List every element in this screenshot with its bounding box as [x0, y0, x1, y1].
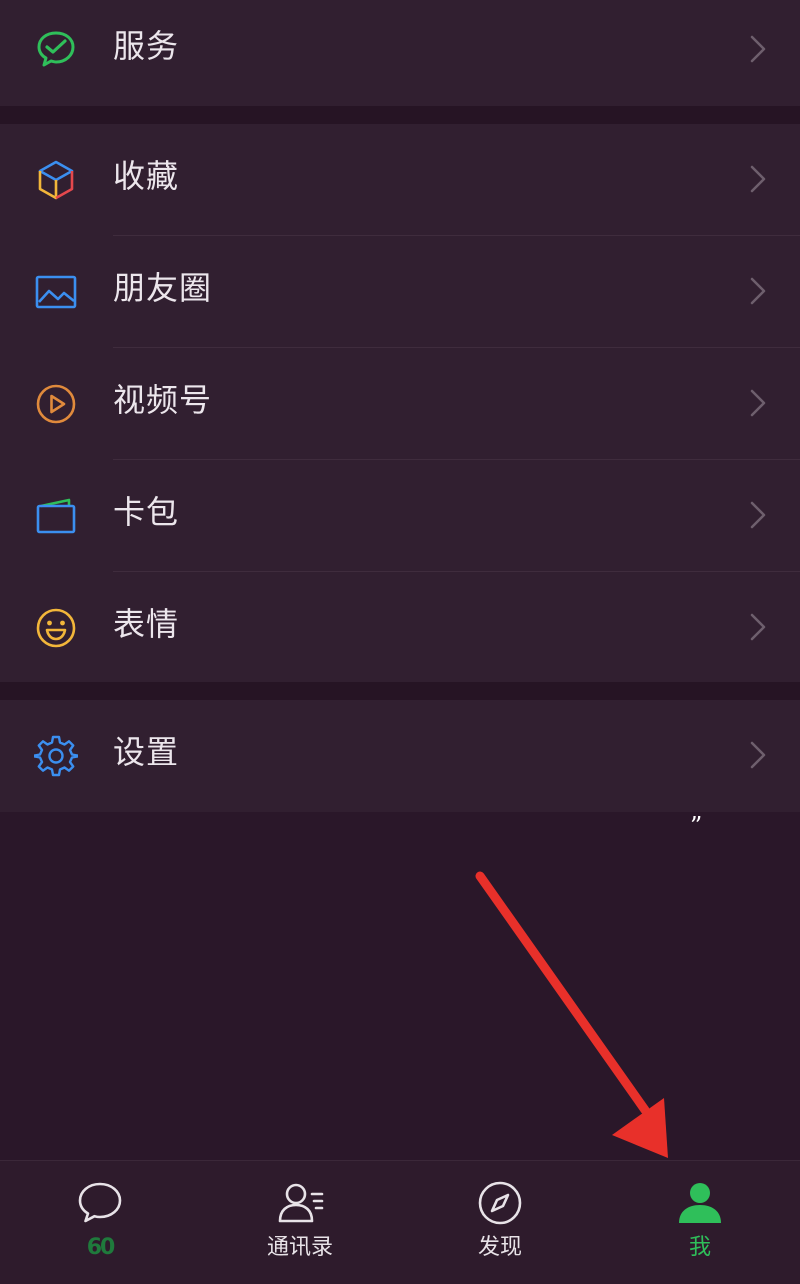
settings-group: 设置	[0, 700, 800, 812]
contacts-icon	[276, 1179, 324, 1227]
menu-row-services[interactable]: 服务	[0, 0, 800, 106]
chevron-right-icon	[750, 389, 766, 417]
stickers-label: 表情	[113, 605, 180, 643]
section-gap	[0, 106, 800, 124]
menu-row-cards[interactable]: 卡包	[0, 460, 800, 572]
chevron-right-icon	[750, 741, 766, 769]
tab-me-label: 我	[688, 1235, 711, 1260]
menu-row-channels[interactable]: 视频号	[0, 348, 800, 460]
services-label: 服务	[113, 27, 180, 65]
wallet-card-icon	[34, 494, 78, 538]
person-icon	[676, 1179, 724, 1227]
menu-row-stickers[interactable]: 表情	[0, 572, 800, 684]
moments-label: 朋友圈	[113, 269, 213, 307]
chevron-right-icon	[750, 35, 766, 63]
cards-label: 卡包	[113, 493, 180, 531]
settings-label: 设置	[113, 733, 180, 771]
favorites-cube-icon	[34, 158, 78, 202]
menu-row-favorites[interactable]: 收藏	[0, 124, 800, 236]
gear-icon	[34, 734, 78, 778]
compass-icon	[476, 1179, 524, 1227]
tab-contacts-label: 通讯录	[266, 1235, 333, 1260]
chat-bubble-icon	[76, 1179, 124, 1227]
smiley-icon	[34, 606, 78, 650]
moments-image-icon	[34, 270, 78, 314]
bottom-tab-bar: 60 通讯录 发现 我	[0, 1160, 800, 1284]
chevron-right-icon	[750, 613, 766, 641]
tab-discover[interactable]: 发现	[400, 1161, 600, 1284]
menu-row-settings[interactable]: 设置	[0, 700, 800, 812]
section-gap	[0, 682, 800, 700]
channels-play-icon	[34, 382, 78, 426]
menu-row-moments[interactable]: 朋友圈	[0, 236, 800, 348]
tab-chats[interactable]: 60	[0, 1161, 200, 1284]
tab-discover-label: 发现	[477, 1235, 522, 1260]
services-group: 服务	[0, 0, 800, 106]
chevron-right-icon	[750, 501, 766, 529]
tab-me[interactable]: 我	[600, 1161, 800, 1284]
features-group: 收藏 朋友圈 视频号 卡包 表情	[0, 124, 800, 682]
favorites-label: 收藏	[113, 157, 180, 195]
services-check-icon	[34, 28, 78, 72]
tab-chats-label: 60	[86, 1235, 116, 1260]
channels-label: 视频号	[113, 381, 213, 419]
chevron-right-icon	[750, 165, 766, 193]
tab-contacts[interactable]: 通讯录	[200, 1161, 400, 1284]
stray-quote-mark: ”	[690, 812, 703, 840]
chevron-right-icon	[750, 277, 766, 305]
